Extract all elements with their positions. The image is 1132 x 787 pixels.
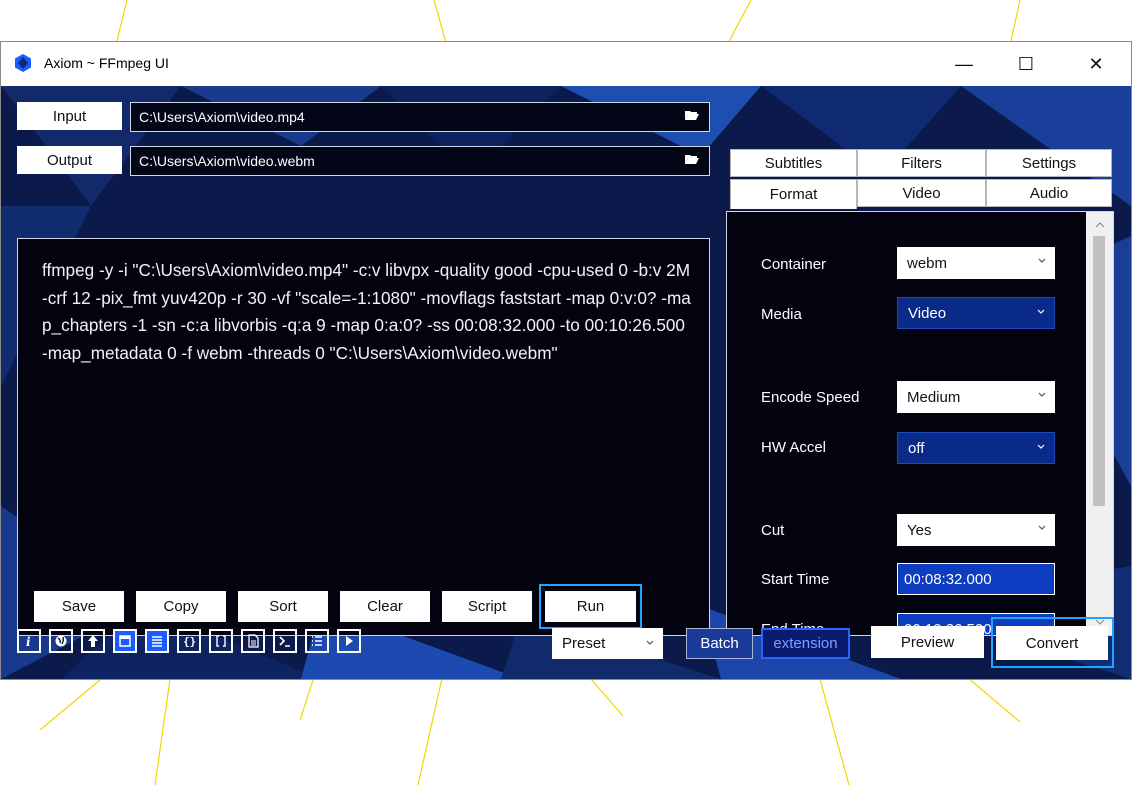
convert-button[interactable]: Convert: [996, 626, 1108, 660]
maximize-icon: ☐: [1017, 53, 1035, 74]
hw-accel-label: HW Accel: [761, 439, 827, 456]
terminal-icon[interactable]: [273, 629, 297, 653]
output-path-text: C:\Users\Axiom\video.webm: [139, 153, 315, 169]
input-path-text: C:\Users\Axiom\video.mp4: [139, 109, 305, 125]
container-select[interactable]: webm: [897, 247, 1055, 279]
close-button[interactable]: ✕: [1065, 42, 1127, 86]
copy-button[interactable]: Copy: [136, 591, 226, 622]
chevron-down-icon: [646, 640, 654, 645]
chevron-down-icon: [1037, 444, 1045, 449]
tab-filters[interactable]: Filters: [857, 149, 986, 177]
clear-button[interactable]: Clear: [340, 591, 430, 622]
tab-audio[interactable]: Audio: [986, 179, 1112, 207]
close-icon: ✕: [1088, 53, 1104, 74]
menu-icon[interactable]: [145, 629, 169, 653]
tab-video[interactable]: Video: [857, 179, 986, 207]
window-icon[interactable]: [113, 629, 137, 653]
app-window: Axiom ~ FFmpeg UI — ☐ ✕ Input C:\Users\A…: [0, 41, 1132, 680]
batch-button[interactable]: Batch: [686, 628, 753, 659]
globe-icon[interactable]: [49, 629, 73, 653]
list-icon[interactable]: [305, 629, 329, 653]
cut-select[interactable]: Yes: [897, 514, 1055, 546]
chevron-down-icon: [1037, 309, 1045, 314]
main-content: Input C:\Users\Axiom\video.mp4 Output C:…: [1, 86, 1131, 679]
input-button[interactable]: Input: [17, 102, 122, 130]
preview-button[interactable]: Preview: [871, 626, 984, 658]
cut-label: Cut: [761, 522, 785, 539]
tab-format[interactable]: Format: [730, 179, 857, 209]
hw-accel-select[interactable]: off: [897, 432, 1055, 464]
run-button[interactable]: Run: [545, 591, 636, 622]
tab-subtitles[interactable]: Subtitles: [730, 149, 857, 177]
play-icon[interactable]: [337, 629, 361, 653]
script-button[interactable]: Script: [442, 591, 532, 622]
output-button[interactable]: Output: [17, 146, 122, 174]
open-folder-icon[interactable]: [685, 110, 699, 120]
minimize-button[interactable]: —: [933, 42, 995, 86]
input-path-field[interactable]: C:\Users\Axiom\video.mp4: [130, 102, 710, 132]
chevron-down-icon: [1038, 392, 1046, 397]
svg-text:i: i: [26, 635, 31, 648]
minimize-icon: —: [955, 53, 973, 74]
extension-field[interactable]: extension: [761, 628, 850, 659]
app-logo-icon: [15, 54, 31, 72]
media-label: Media: [761, 306, 802, 323]
save-folder-icon[interactable]: [685, 154, 699, 164]
panel-scrollbar[interactable]: [1086, 212, 1113, 635]
maximize-button[interactable]: ☐: [995, 42, 1057, 86]
encode-speed-value: Medium: [907, 388, 961, 406]
preset-value: Preset: [562, 635, 606, 652]
preset-select[interactable]: Preset: [552, 628, 663, 659]
media-value: Video: [908, 304, 947, 322]
window-title: Axiom ~ FFmpeg UI: [44, 55, 169, 71]
format-panel: Container webm Media Video Encode Speed …: [726, 211, 1114, 636]
upload-icon[interactable]: [81, 629, 105, 653]
scroll-up-icon[interactable]: [1086, 214, 1113, 236]
chevron-down-icon: [1038, 258, 1046, 263]
encode-speed-label: Encode Speed: [761, 389, 860, 406]
chevron-down-icon: [1038, 525, 1046, 530]
media-select[interactable]: Video: [897, 297, 1055, 329]
encode-speed-select[interactable]: Medium: [897, 381, 1055, 413]
sort-button[interactable]: Sort: [238, 591, 328, 622]
output-path-field[interactable]: C:\Users\Axiom\video.webm: [130, 146, 710, 176]
start-time-label: Start Time: [761, 571, 830, 588]
hw-accel-value: off: [908, 439, 925, 457]
start-time-field[interactable]: 00:08:32.000: [897, 563, 1055, 595]
container-label: Container: [761, 256, 827, 273]
brackets-icon[interactable]: [209, 629, 233, 653]
save-button[interactable]: Save: [34, 591, 124, 622]
container-value: webm: [907, 254, 948, 272]
command-textbox[interactable]: ffmpeg -y -i "C:\Users\Axiom\video.mp4" …: [17, 238, 710, 636]
tab-settings[interactable]: Settings: [986, 149, 1112, 177]
scrollbar-thumb[interactable]: [1093, 236, 1105, 506]
svg-text:{}: {}: [183, 635, 196, 648]
document-icon[interactable]: [241, 629, 265, 653]
command-text: ffmpeg -y -i "C:\Users\Axiom\video.mp4" …: [42, 260, 695, 363]
info-icon[interactable]: i: [17, 629, 41, 653]
cut-value: Yes: [907, 521, 932, 539]
title-bar[interactable]: Axiom ~ FFmpeg UI — ☐ ✕: [1, 42, 1131, 86]
braces-icon[interactable]: {}: [177, 629, 201, 653]
